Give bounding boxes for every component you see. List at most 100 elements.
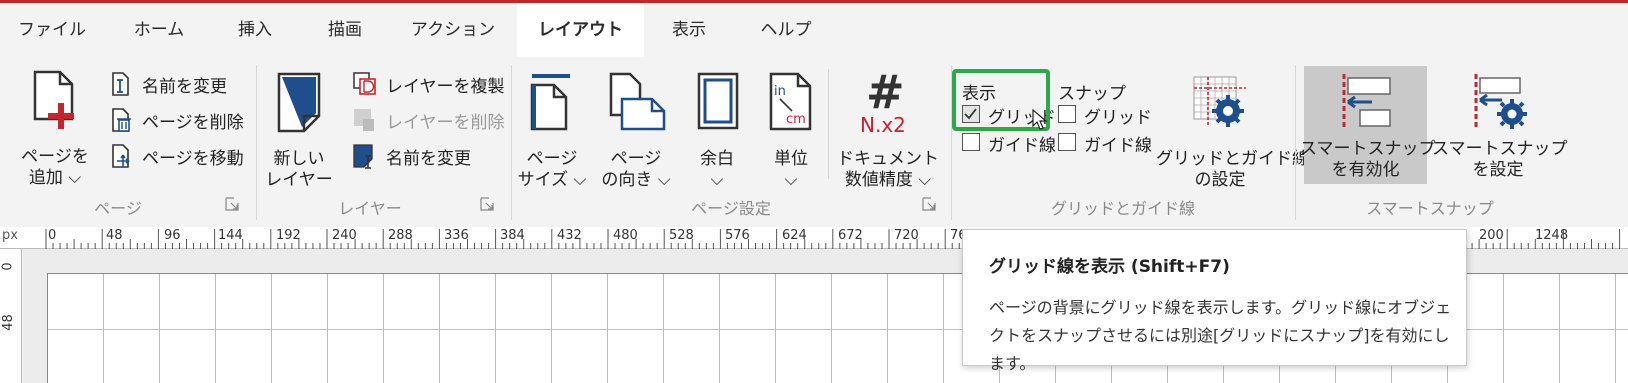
duplicate-layer-button[interactable]: レイヤーを複製 xyxy=(352,71,505,97)
page-orientation-button[interactable]: ページ の向き ⌵ xyxy=(598,67,674,191)
units-label-1: 単位 xyxy=(774,149,808,169)
rename-page-label: 名前を変更 xyxy=(142,77,227,97)
ruler-label: 144 xyxy=(218,228,243,243)
new-layer-label-1: 新しい xyxy=(273,149,325,169)
move-page-icon xyxy=(112,144,130,168)
delete-page-icon xyxy=(112,108,131,132)
units-button[interactable]: in cm 単位 ⌵ xyxy=(762,67,820,191)
smart-snap-icon xyxy=(1342,74,1391,130)
tab-action[interactable]: アクション xyxy=(405,3,501,57)
new-layer-button[interactable]: 新しい レイヤー xyxy=(262,67,336,191)
page-size-label-1: ページ xyxy=(526,149,578,169)
delete-page-label: ページを削除 xyxy=(142,113,244,133)
mouse-cursor-icon xyxy=(1032,109,1048,130)
tab-layout[interactable]: レイアウト xyxy=(517,3,644,57)
precision-label-1: ドキュメント xyxy=(837,149,939,169)
group-label-layer: レイヤー xyxy=(338,199,402,218)
grid-settings-button[interactable]: グリッドとガイド線 の設定 xyxy=(1156,67,1309,191)
margins-button[interactable]: 余白 ⌵ xyxy=(686,67,748,191)
ruler-label: 528 xyxy=(669,228,694,243)
smart-snap-settings-label-2: を設定 xyxy=(1472,160,1524,180)
ruler-label: 0 xyxy=(48,228,57,243)
grid-settings-label-1: グリッドとガイド線 xyxy=(1156,149,1309,169)
group-label-grid: グリッドとガイド線 xyxy=(1050,199,1195,218)
tab-file[interactable]: ファイル xyxy=(10,3,94,57)
orientation-label-1: ページ xyxy=(610,149,662,169)
separator xyxy=(828,69,829,179)
rename-layer-label: 名前を変更 xyxy=(386,149,471,169)
snap-guides-check xyxy=(1058,133,1076,151)
tab-draw[interactable]: 描画 xyxy=(312,3,378,57)
page-size-label-2: サイズ ⌵ xyxy=(517,170,587,190)
snap-grid-check xyxy=(1058,105,1076,123)
ruler-label: 200 xyxy=(1479,228,1504,243)
ruler-label: 96 xyxy=(164,228,181,243)
new-layer-icon xyxy=(277,72,321,133)
move-page-button[interactable]: ページを移動 xyxy=(108,143,248,169)
snap-guides-checkbox[interactable]: ガイド線 xyxy=(1058,131,1152,156)
add-page-icon xyxy=(33,70,74,129)
delete-layer-icon xyxy=(354,109,374,131)
snap-heading: スナップ xyxy=(1058,84,1126,104)
margins-label-1: 余白 xyxy=(700,149,734,169)
delete-layer-label: レイヤーを削除 xyxy=(386,113,505,133)
tab-view[interactable]: 表示 xyxy=(656,3,722,57)
rename-page-button[interactable]: 名前を変更 xyxy=(108,71,248,97)
ruler-label: 48 xyxy=(0,314,16,331)
layer-group-launcher-icon[interactable] xyxy=(480,197,494,211)
smart-snap-settings-label-1: スマートスナップ xyxy=(1432,139,1568,159)
ruler-label: 0 xyxy=(0,262,16,271)
grid-settings-label-2: の設定 xyxy=(1194,170,1246,190)
ribbon-tabs: ファイル ホーム 挿入 描画 アクション レイアウト 表示 ヘルプ xyxy=(0,3,1628,57)
precision-button[interactable]: # N.x2 ドキュメント 数値精度 ⌵ xyxy=(836,67,940,191)
page-size-icon xyxy=(530,74,570,131)
precision-label-2: 数値精度 ⌵ xyxy=(844,170,932,190)
units-label-2: ⌵ xyxy=(784,170,798,190)
margins-icon xyxy=(697,72,739,130)
ruler-label: 240 xyxy=(332,228,357,243)
orientation-label-2: の向き ⌵ xyxy=(601,170,671,190)
ruler-label: 336 xyxy=(444,228,469,243)
duplicate-layer-icon xyxy=(353,72,376,95)
add-page-label-1: ページを xyxy=(21,147,89,167)
delete-layer-button[interactable]: レイヤーを削除 xyxy=(352,107,505,133)
rename-layer-icon xyxy=(353,144,373,169)
show-guides-check xyxy=(962,133,980,151)
tab-help[interactable]: ヘルプ xyxy=(748,3,824,57)
ruler-label: 672 xyxy=(838,228,863,243)
hash-icon: # xyxy=(866,65,905,119)
ruler-label: 432 xyxy=(557,228,582,243)
delete-page-button[interactable]: ページを削除 xyxy=(108,107,248,133)
tooltip: グリッド線を表示 (Shift+F7) ページの背景にグリッド線を表示します。グ… xyxy=(962,229,1467,373)
ruler-label: 384 xyxy=(500,228,525,243)
ruler-label: 1248 xyxy=(1535,228,1569,243)
snap-guides-label: ガイド線 xyxy=(1084,136,1152,156)
move-page-label: ページを移動 xyxy=(142,149,244,169)
add-page-button[interactable]: ページを 追加 ⌵ xyxy=(14,67,96,188)
vertical-ruler[interactable]: 0 48 xyxy=(0,249,22,383)
rename-page-icon xyxy=(112,72,129,96)
enable-smart-snap-label-1: スマートスナップ xyxy=(1300,139,1436,159)
grid-settings-icon xyxy=(1193,76,1246,127)
add-page-label-2: 追加 ⌵ xyxy=(28,168,82,188)
show-guides-checkbox[interactable]: ガイド線 xyxy=(962,131,1056,156)
new-layer-label-2: レイヤー xyxy=(265,170,333,190)
page-group-launcher-icon[interactable] xyxy=(225,197,239,211)
rename-layer-button[interactable]: 名前を変更 xyxy=(352,143,502,169)
margins-label-2: ⌵ xyxy=(710,170,724,190)
smart-snap-settings-button[interactable]: スマートスナップ を設定 xyxy=(1432,66,1568,190)
enable-smart-snap-label-2: を有効化 xyxy=(1331,160,1400,180)
smart-snap-settings-icon xyxy=(1474,74,1527,130)
page-size-button[interactable]: ページ サイズ ⌵ xyxy=(518,67,586,191)
page-setup-launcher-icon[interactable] xyxy=(922,197,936,211)
snap-grid-checkbox[interactable]: グリッド xyxy=(1058,103,1152,128)
enable-smart-snap-button[interactable]: スマートスナップ を有効化 xyxy=(1300,66,1436,184)
tooltip-title: グリッド線を表示 (Shift+F7) xyxy=(989,257,1230,277)
ribbon-panel: ページを 追加 ⌵ 名前を変更 ページを削除 ページを移動 ページ 新しい レイ… xyxy=(0,57,1628,227)
tab-insert[interactable]: 挿入 xyxy=(222,3,288,57)
tab-home[interactable]: ホーム xyxy=(118,3,200,57)
ruler-label: 480 xyxy=(613,228,638,243)
svg-text:in: in xyxy=(774,84,786,99)
duplicate-layer-label: レイヤーを複製 xyxy=(386,77,505,97)
ruler-label: 576 xyxy=(725,228,750,243)
